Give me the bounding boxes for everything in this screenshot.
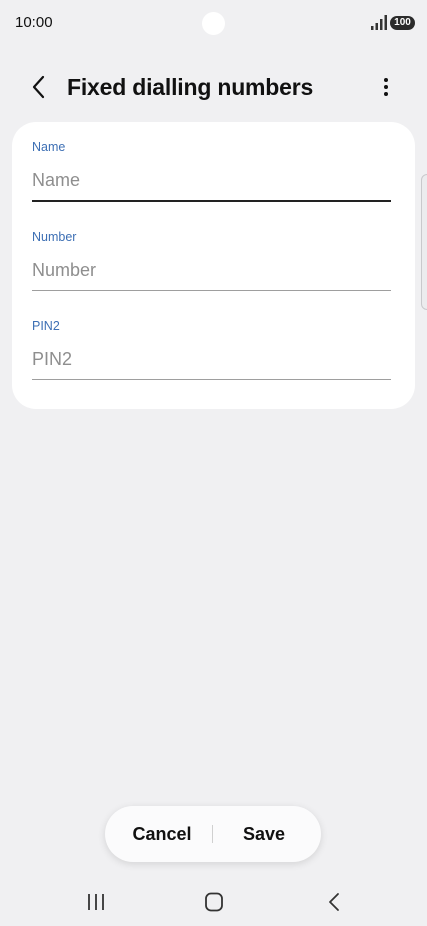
page-title: Fixed dialling numbers	[67, 74, 314, 100]
action-bar: Cancel Save	[105, 806, 321, 862]
battery-badge: 100	[390, 16, 415, 30]
name-underline	[32, 200, 391, 202]
number-underline	[32, 290, 391, 291]
status-time: 10:00	[15, 14, 53, 31]
vertical-dots-icon	[384, 78, 388, 96]
more-options-button[interactable]	[374, 72, 398, 102]
back-button[interactable]	[24, 72, 54, 102]
fdn-form-card: Name Number PIN2	[12, 122, 415, 409]
save-button[interactable]: Save	[219, 806, 309, 862]
number-input[interactable]	[32, 250, 391, 290]
chevron-left-icon	[32, 75, 45, 99]
pin2-input[interactable]	[32, 339, 391, 379]
action-divider	[212, 825, 213, 843]
pin2-label: PIN2	[32, 319, 60, 333]
signal-bars-icon	[371, 15, 387, 30]
nav-back-button[interactable]	[319, 890, 349, 914]
name-label: Name	[32, 140, 66, 154]
pin2-underline	[32, 379, 391, 380]
cancel-button[interactable]: Cancel	[117, 806, 207, 862]
app-header: Fixed dialling numbers	[0, 62, 427, 112]
number-label: Number	[32, 230, 77, 244]
status-bar: 10:00 100	[0, 0, 427, 46]
nav-recents-button[interactable]	[81, 890, 111, 914]
home-icon	[205, 892, 223, 912]
camera-cutout	[202, 12, 225, 35]
name-input[interactable]	[32, 160, 391, 200]
recents-icon	[88, 894, 104, 910]
nav-home-button[interactable]	[199, 890, 229, 914]
edge-panel-handle[interactable]	[421, 174, 427, 310]
nav-back-icon	[329, 893, 339, 911]
navigation-bar	[0, 880, 427, 926]
